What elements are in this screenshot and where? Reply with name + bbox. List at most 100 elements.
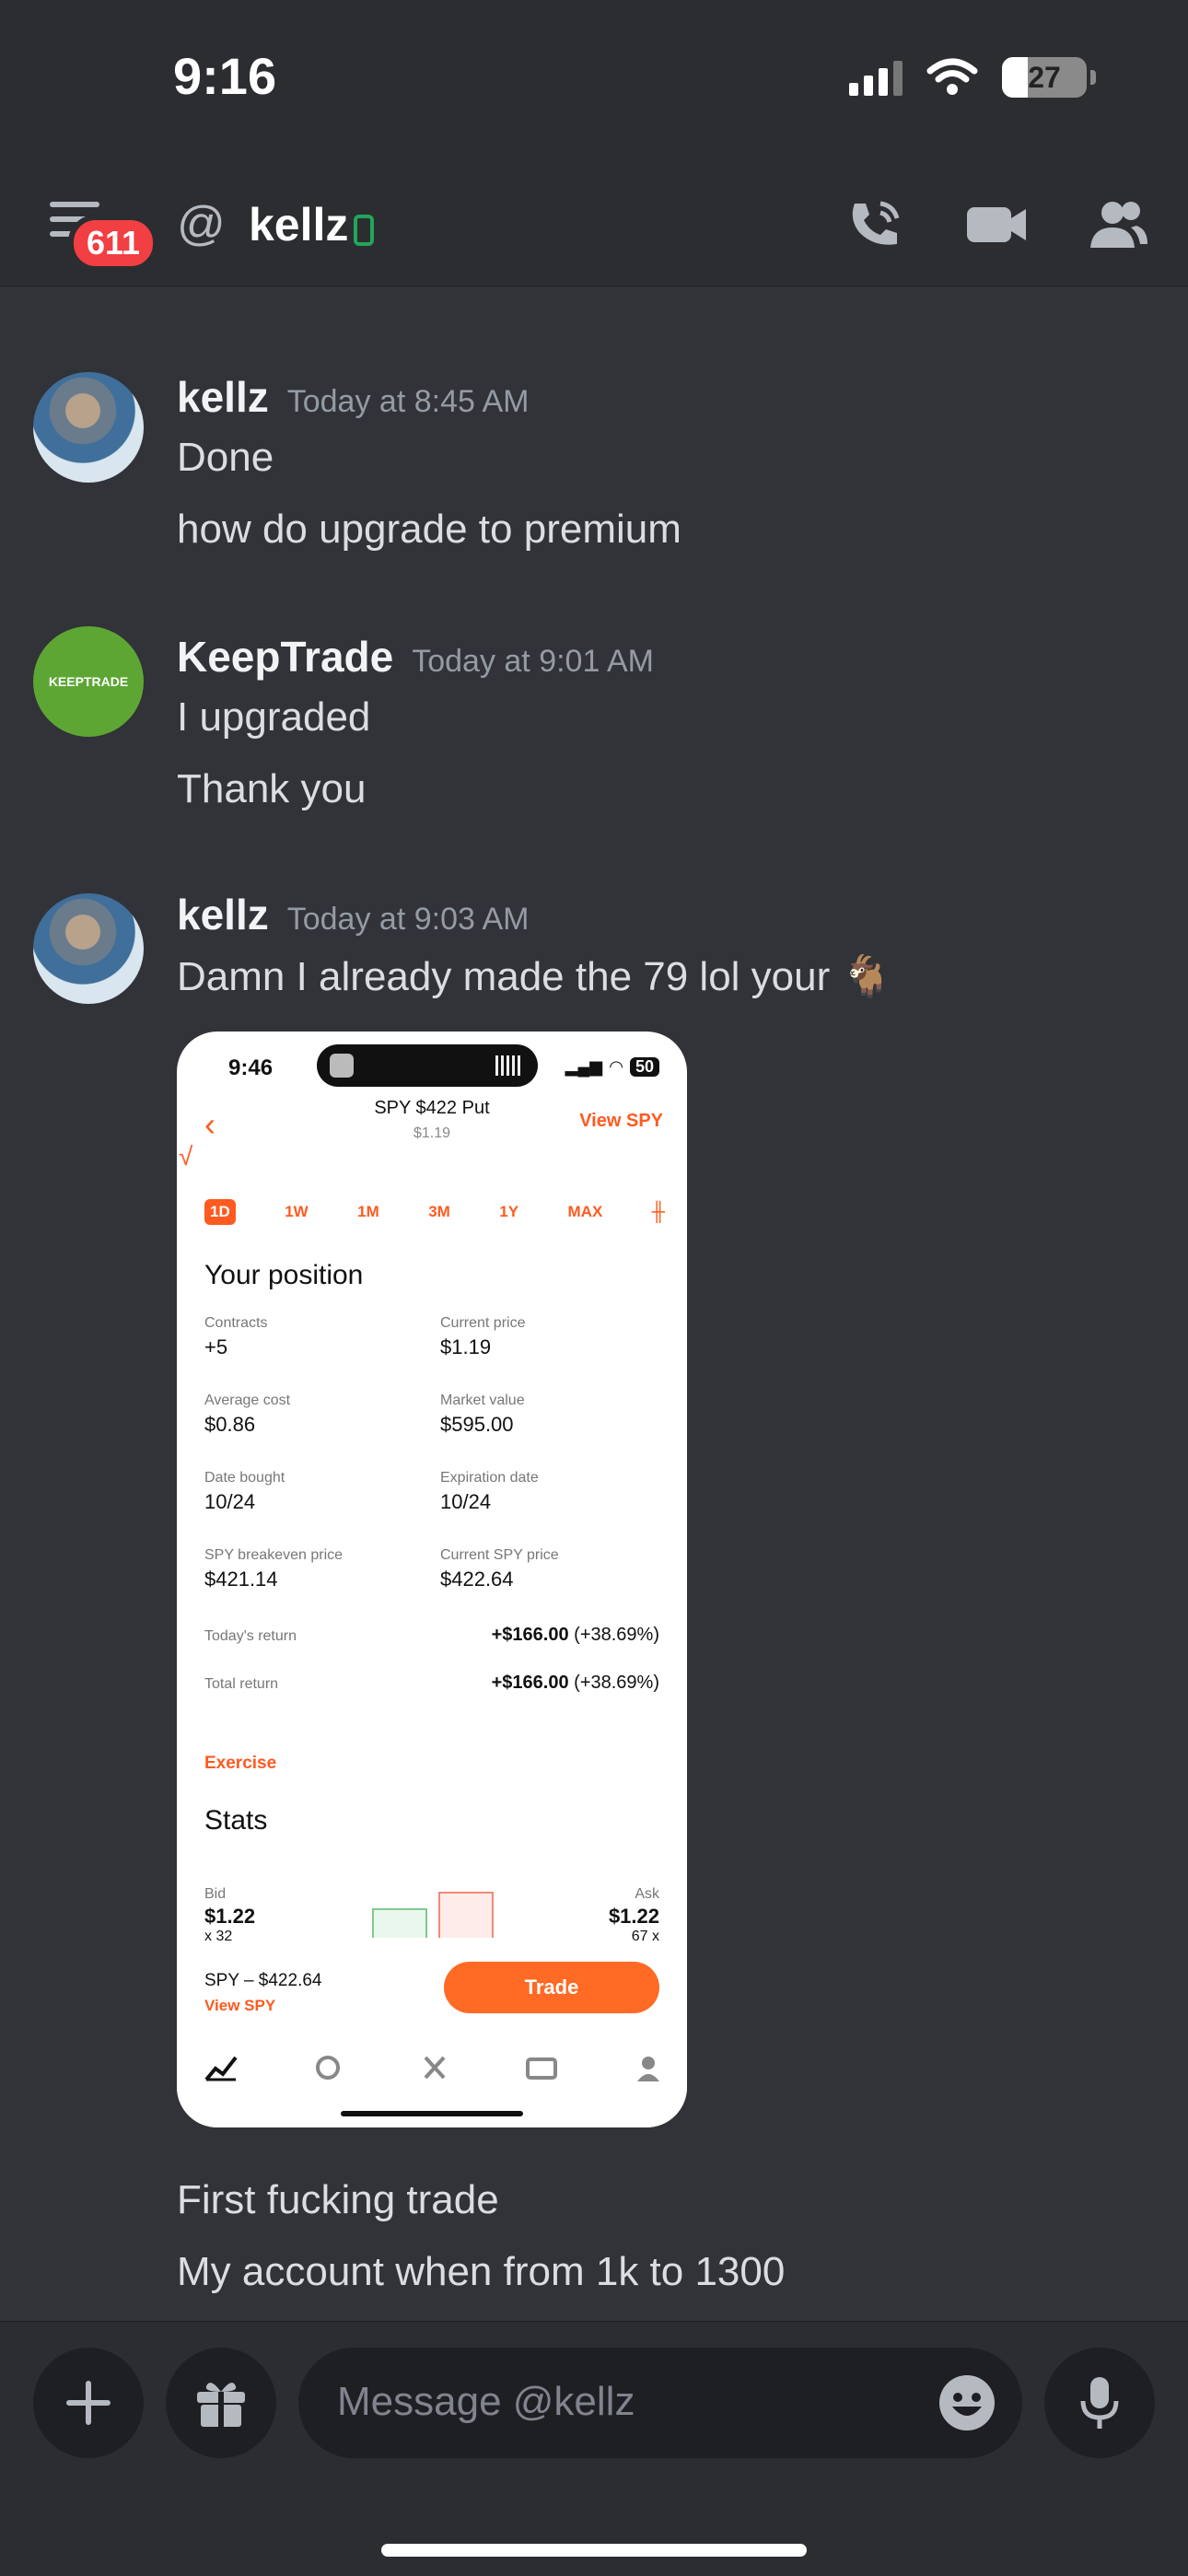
return-percent: (+38.69%) xyxy=(574,1673,659,1693)
field-value: $595.00 xyxy=(440,1413,514,1436)
field-label: SPY breakeven price xyxy=(204,1547,344,1563)
range-selector: 1D 1W 1M 3M 1Y MAX ╫ xyxy=(204,1199,665,1225)
avatar[interactable]: KEEPTRADE xyxy=(33,626,144,737)
message-input[interactable]: Message @kellz xyxy=(298,2348,1022,2458)
field-label: Contracts xyxy=(204,1315,268,1331)
battery-icon: 50 xyxy=(629,1057,659,1077)
video-icon[interactable] xyxy=(963,196,1030,251)
message-text: I upgraded xyxy=(177,694,371,740)
members-icon[interactable] xyxy=(1085,196,1151,251)
message-author[interactable]: kellz Today at 9:03 AM xyxy=(177,890,529,939)
message-list[interactable]: kellz Today at 8:45 AM Done how do upgrad… xyxy=(0,286,1188,2321)
message-author[interactable]: kellz Today at 8:45 AM xyxy=(177,372,529,422)
view-spy-link: View SPY xyxy=(204,1997,276,2014)
crypto-tab-icon xyxy=(418,2054,451,2081)
message-composer: Message @kellz xyxy=(0,2321,1188,2576)
message-text: how do upgrade to premium xyxy=(177,507,681,552)
ask-label: Ask xyxy=(635,1886,659,1902)
plus-icon xyxy=(66,2381,111,2425)
return-amount: +$166.00 xyxy=(491,1625,569,1645)
status-time: 9:16 xyxy=(173,47,277,105)
avatar[interactable] xyxy=(33,893,144,1004)
range-1m: 1M xyxy=(357,1203,379,1220)
field-label: Average cost xyxy=(204,1393,291,1408)
message-author[interactable]: KeepTrade Today at 9:01 AM xyxy=(177,632,654,682)
view-spy-link: View SPY xyxy=(579,1111,663,1131)
field-label: Date bought xyxy=(204,1470,285,1486)
status-bar: 9:16 27 xyxy=(0,0,1188,161)
message-timestamp: Today at 9:01 AM xyxy=(412,644,654,679)
message-text: Done xyxy=(177,435,274,480)
field-value: $421.14 xyxy=(204,1568,278,1591)
return-label: Total return xyxy=(204,1676,279,1692)
field-label: Current price xyxy=(440,1315,526,1331)
range-1y: 1Y xyxy=(499,1203,519,1220)
message-text: Thank you xyxy=(177,766,367,811)
ask-value: $1.22 xyxy=(608,1905,659,1928)
gift-button[interactable] xyxy=(166,2348,276,2458)
position-heading: Your position xyxy=(204,1260,364,1290)
trade-button: Trade xyxy=(444,1962,659,2013)
message-timestamp: Today at 8:45 AM xyxy=(286,384,530,419)
at-icon: @ xyxy=(177,197,226,251)
discover-tab-icon xyxy=(311,2054,344,2081)
stats-heading: Stats xyxy=(204,1805,268,1836)
cash-tab-icon xyxy=(525,2054,558,2081)
range-1d: 1D xyxy=(204,1199,236,1225)
range-1w: 1W xyxy=(285,1203,309,1220)
message-text: First fucking trade xyxy=(177,2177,499,2222)
return-value: +$166.00 (+38.69%) xyxy=(492,1625,659,1646)
app-tab-bar xyxy=(204,2054,665,2081)
attachment-home-indicator xyxy=(341,2111,523,2116)
field-label: Market value xyxy=(440,1393,525,1408)
keeptrade-logo: KEEPTRADE xyxy=(48,674,129,689)
avatar[interactable] xyxy=(33,372,144,483)
channel-title[interactable]: kellz xyxy=(249,198,348,251)
field-value: $1.19 xyxy=(440,1335,492,1358)
message-placeholder: Message @kellz xyxy=(337,2379,635,2424)
chart-line-fragment: √ xyxy=(179,1142,193,1171)
message-timestamp: Today at 9:03 AM xyxy=(286,902,530,937)
wifi-icon xyxy=(926,58,978,95)
status-icons: 27 xyxy=(849,57,1096,98)
return-amount: +$166.00 xyxy=(491,1673,569,1693)
add-attachment-button[interactable] xyxy=(33,2348,144,2458)
voice-message-button[interactable] xyxy=(1044,2348,1155,2458)
author-name[interactable]: kellz xyxy=(177,373,269,421)
ask-bar xyxy=(438,1892,494,1938)
range-max: MAX xyxy=(567,1203,603,1220)
field-value: +5 xyxy=(204,1335,228,1358)
message-text: My account when from 1k to 1300 xyxy=(177,2249,786,2294)
bid-label: Bid xyxy=(204,1886,227,1902)
return-value: +$166.00 (+38.69%) xyxy=(492,1673,659,1694)
field-value: 10/24 xyxy=(204,1490,256,1513)
attachment-status-icons: ▂▄▆ ◠ 50 xyxy=(565,1057,659,1077)
candlestick-icon: ╫ xyxy=(651,1201,665,1222)
signal-icon: ▂▄▆ xyxy=(565,1057,603,1076)
gift-icon xyxy=(197,2383,245,2427)
spy-price-line: SPY – $422.64 xyxy=(204,1971,322,1990)
mobile-status-icon xyxy=(354,215,374,246)
image-attachment[interactable]: 9:46 ▂▄▆ ◠ 50 ‹ SPY $422 Put $1.19 View … xyxy=(177,1032,687,2127)
attachment-time: 9:46 xyxy=(228,1055,274,1080)
author-name[interactable]: KeepTrade xyxy=(177,633,393,681)
return-percent: (+38.69%) xyxy=(574,1625,659,1645)
account-tab-icon xyxy=(632,2054,665,2081)
bid-value: $1.22 xyxy=(204,1905,256,1928)
range-3m: 3M xyxy=(428,1203,450,1220)
field-label: Expiration date xyxy=(440,1470,539,1486)
dm-header: 611 @ kellz xyxy=(0,161,1188,286)
mic-icon xyxy=(1080,2377,1119,2429)
battery-icon: 27 xyxy=(1002,57,1096,98)
field-label: Current SPY price xyxy=(440,1547,559,1563)
dynamic-island xyxy=(317,1044,538,1087)
exercise-link: Exercise xyxy=(204,1754,277,1773)
field-value: 10/24 xyxy=(440,1490,492,1513)
author-name[interactable]: kellz xyxy=(177,891,269,938)
field-value: $422.64 xyxy=(440,1568,514,1591)
bid-bar xyxy=(372,1908,427,1938)
emoji-icon[interactable] xyxy=(938,2373,996,2432)
phone-icon[interactable] xyxy=(842,196,908,251)
wifi-icon: ◠ xyxy=(610,1057,623,1076)
chart-tab-icon xyxy=(204,2054,238,2081)
